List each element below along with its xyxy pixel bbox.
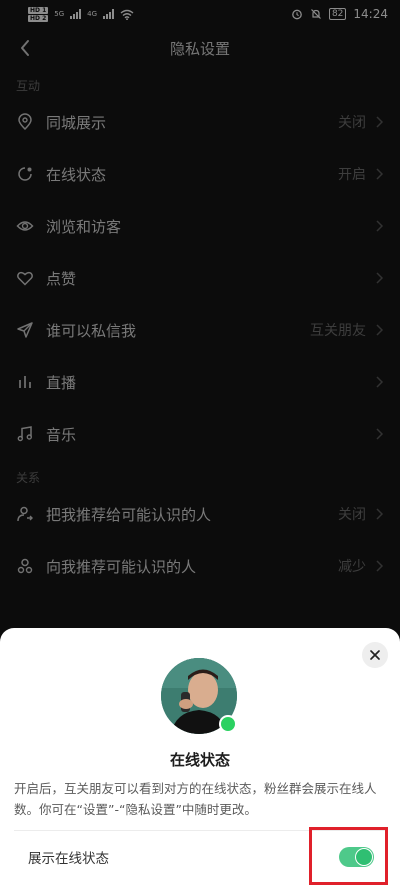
close-icon <box>370 650 380 660</box>
online-status-sheet: 在线状态 开启后，互关朋友可以看到对方的在线状态，粉丝群会展示在线人数。你可在“… <box>0 628 400 888</box>
toggle-label: 展示在线状态 <box>28 851 109 867</box>
sheet-description: 开启后，互关朋友可以看到对方的在线状态，粉丝群会展示在线人数。你可在“设置”-“… <box>14 781 377 817</box>
toggle-knob <box>355 848 373 866</box>
close-button[interactable] <box>362 642 388 668</box>
show-online-status-toggle[interactable] <box>339 847 374 867</box>
online-indicator-dot <box>219 715 237 733</box>
sheet-title: 在线状态 <box>169 751 230 769</box>
